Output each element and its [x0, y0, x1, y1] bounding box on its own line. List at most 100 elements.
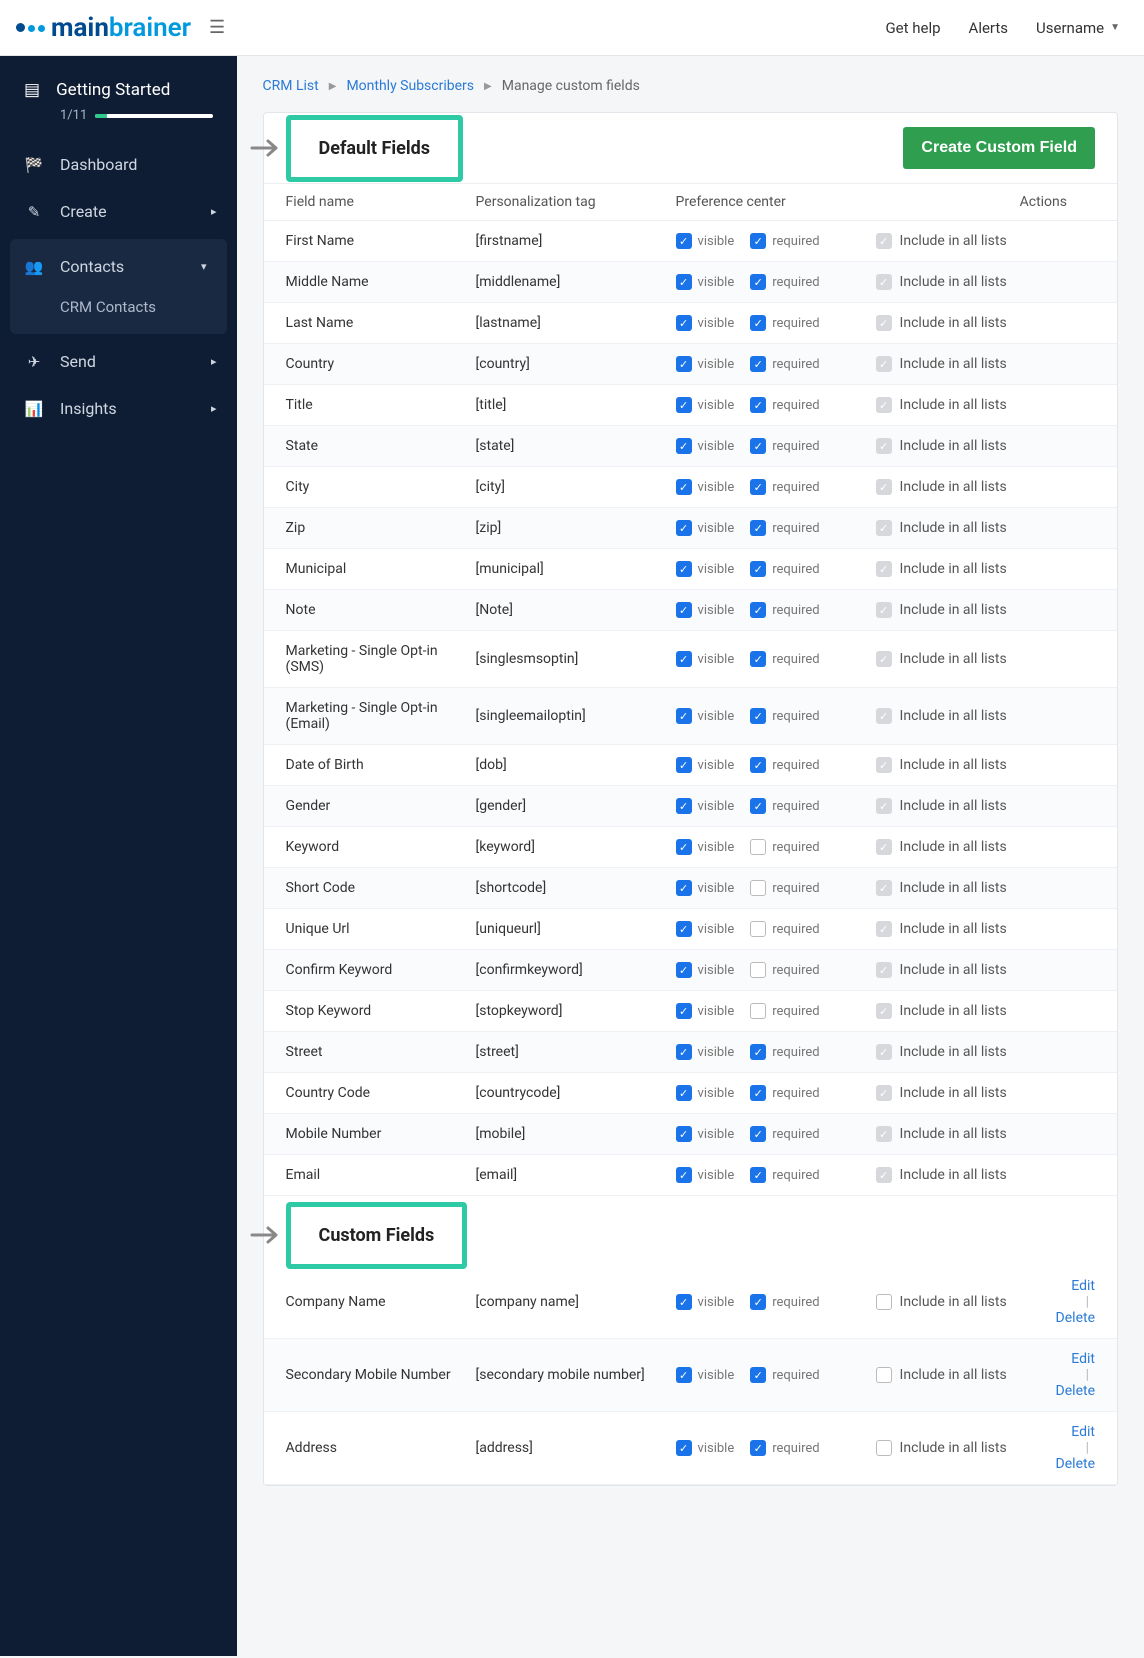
table-row: Marketing - Single Opt-in (Email) [singl…	[264, 688, 1117, 745]
hamburger-icon[interactable]: ☰	[209, 17, 225, 38]
field-tag-cell: [singleemailoptin]	[476, 708, 676, 724]
sidebar-item-contacts[interactable]: 👥 Contacts ▾	[10, 245, 227, 288]
field-tag-cell: [city]	[476, 479, 676, 495]
sidebar-getting-started[interactable]: ▤ Getting Started	[24, 80, 213, 100]
sidebar-item-create[interactable]: ✎ Create ▸	[0, 188, 237, 235]
alerts-link[interactable]: Alerts	[969, 19, 1009, 37]
required-label: required	[772, 234, 819, 249]
checkbox-checked-icon[interactable]: ✓	[676, 880, 692, 896]
checkbox-checked-icon[interactable]: ✓	[676, 479, 692, 495]
sidebar-item-insights[interactable]: 📊 Insights ▸	[0, 385, 237, 432]
checkbox-checked-icon[interactable]: ✓	[676, 561, 692, 577]
checkbox-checked-icon[interactable]: ✓	[750, 1167, 766, 1183]
get-help-link[interactable]: Get help	[885, 19, 940, 37]
checkbox-checked-icon[interactable]: ✓	[676, 651, 692, 667]
table-row: Gender [gender] ✓visible ✓required ✓Incl…	[264, 786, 1117, 827]
checkbox-disabled-icon: ✓	[876, 757, 892, 773]
checkbox-empty-icon[interactable]	[750, 1003, 766, 1019]
checkbox-empty-icon[interactable]	[750, 962, 766, 978]
delete-link[interactable]: Delete	[1056, 1383, 1095, 1399]
checkbox-checked-icon[interactable]: ✓	[676, 839, 692, 855]
field-name-cell: First Name	[286, 233, 476, 249]
create-custom-field-button[interactable]: Create Custom Field	[903, 127, 1095, 169]
checkbox-checked-icon[interactable]: ✓	[750, 479, 766, 495]
checkbox-empty-icon[interactable]	[750, 839, 766, 855]
checkbox-checked-icon[interactable]: ✓	[676, 921, 692, 937]
checkbox-checked-icon[interactable]: ✓	[676, 520, 692, 536]
send-icon: ✈	[24, 353, 44, 371]
checkbox-checked-icon[interactable]: ✓	[750, 561, 766, 577]
checkbox-checked-icon[interactable]: ✓	[676, 757, 692, 773]
field-tag-cell: [confirmkeyword]	[476, 962, 676, 978]
delete-link[interactable]: Delete	[1056, 1310, 1095, 1326]
checkbox-checked-icon[interactable]: ✓	[750, 1126, 766, 1142]
checkbox-empty-icon[interactable]	[876, 1367, 892, 1383]
checkbox-checked-icon[interactable]: ✓	[676, 1294, 692, 1310]
checkbox-checked-icon[interactable]: ✓	[750, 651, 766, 667]
field-name-cell: Note	[286, 602, 476, 618]
checkbox-checked-icon[interactable]: ✓	[676, 438, 692, 454]
checkbox-checked-icon[interactable]: ✓	[750, 1440, 766, 1456]
checkbox-checked-icon[interactable]: ✓	[676, 356, 692, 372]
delete-link[interactable]: Delete	[1056, 1456, 1095, 1472]
checkbox-checked-icon[interactable]: ✓	[676, 315, 692, 331]
checkbox-checked-icon[interactable]: ✓	[676, 1367, 692, 1383]
sidebar-subitem-crm-contacts[interactable]: CRM Contacts	[10, 288, 227, 328]
checkbox-checked-icon[interactable]: ✓	[676, 602, 692, 618]
logo[interactable]: mainbrainer	[16, 13, 191, 43]
visible-label: visible	[698, 840, 735, 855]
sidebar-item-send[interactable]: ✈ Send ▸	[0, 338, 237, 385]
checkbox-checked-icon[interactable]: ✓	[676, 1126, 692, 1142]
checkbox-checked-icon[interactable]: ✓	[750, 798, 766, 814]
checkbox-checked-icon[interactable]: ✓	[750, 757, 766, 773]
checkbox-checked-icon[interactable]: ✓	[676, 1003, 692, 1019]
checkbox-checked-icon[interactable]: ✓	[676, 1167, 692, 1183]
edit-link[interactable]: Edit	[1071, 1351, 1095, 1367]
checkbox-checked-icon[interactable]: ✓	[750, 1044, 766, 1060]
edit-link[interactable]: Edit	[1071, 1424, 1095, 1440]
checkbox-empty-icon[interactable]	[876, 1294, 892, 1310]
checkbox-checked-icon[interactable]: ✓	[676, 1044, 692, 1060]
checkbox-checked-icon[interactable]: ✓	[676, 397, 692, 413]
checkbox-checked-icon[interactable]: ✓	[750, 438, 766, 454]
checkbox-checked-icon[interactable]: ✓	[750, 315, 766, 331]
visible-label: visible	[698, 758, 735, 773]
table-row: Short Code [shortcode] ✓visible required…	[264, 868, 1117, 909]
edit-link[interactable]: Edit	[1071, 1278, 1095, 1294]
checkbox-empty-icon[interactable]	[750, 921, 766, 937]
sidebar-item-dashboard[interactable]: 🏁 Dashboard	[0, 141, 237, 188]
checkbox-checked-icon[interactable]: ✓	[750, 708, 766, 724]
breadcrumb-monthly-subscribers[interactable]: Monthly Subscribers	[346, 78, 474, 94]
field-tag-cell: [middlename]	[476, 274, 676, 290]
field-tag-cell: [country]	[476, 356, 676, 372]
checkbox-checked-icon[interactable]: ✓	[750, 1085, 766, 1101]
required-label: required	[772, 799, 819, 814]
include-label: Include in all lists	[900, 962, 1007, 978]
checkbox-checked-icon[interactable]: ✓	[676, 1085, 692, 1101]
checkbox-empty-icon[interactable]	[750, 880, 766, 896]
checkbox-checked-icon[interactable]: ✓	[676, 1440, 692, 1456]
checkbox-checked-icon[interactable]: ✓	[676, 708, 692, 724]
checkbox-checked-icon[interactable]: ✓	[676, 798, 692, 814]
checkbox-empty-icon[interactable]	[876, 1440, 892, 1456]
checkbox-disabled-icon: ✓	[876, 561, 892, 577]
checkbox-checked-icon[interactable]: ✓	[750, 1367, 766, 1383]
checkbox-checked-icon[interactable]: ✓	[750, 397, 766, 413]
user-menu[interactable]: Username ▼	[1036, 19, 1120, 37]
checkbox-checked-icon[interactable]: ✓	[750, 233, 766, 249]
visible-label: visible	[698, 398, 735, 413]
checkbox-checked-icon[interactable]: ✓	[676, 274, 692, 290]
visible-label: visible	[698, 1168, 735, 1183]
checkbox-checked-icon[interactable]: ✓	[750, 274, 766, 290]
include-label: Include in all lists	[900, 1044, 1007, 1060]
checkbox-disabled-icon: ✓	[876, 651, 892, 667]
checkbox-checked-icon[interactable]: ✓	[750, 1294, 766, 1310]
checkbox-checked-icon[interactable]: ✓	[750, 602, 766, 618]
sidebar: ▤ Getting Started 1/11 🏁 Dashboard ✎ Cre…	[0, 56, 237, 1656]
breadcrumb-crm-list[interactable]: CRM List	[263, 78, 319, 94]
checkbox-checked-icon[interactable]: ✓	[676, 962, 692, 978]
checkbox-checked-icon[interactable]: ✓	[750, 356, 766, 372]
field-name-cell: Mobile Number	[286, 1126, 476, 1142]
checkbox-checked-icon[interactable]: ✓	[750, 520, 766, 536]
checkbox-checked-icon[interactable]: ✓	[676, 233, 692, 249]
